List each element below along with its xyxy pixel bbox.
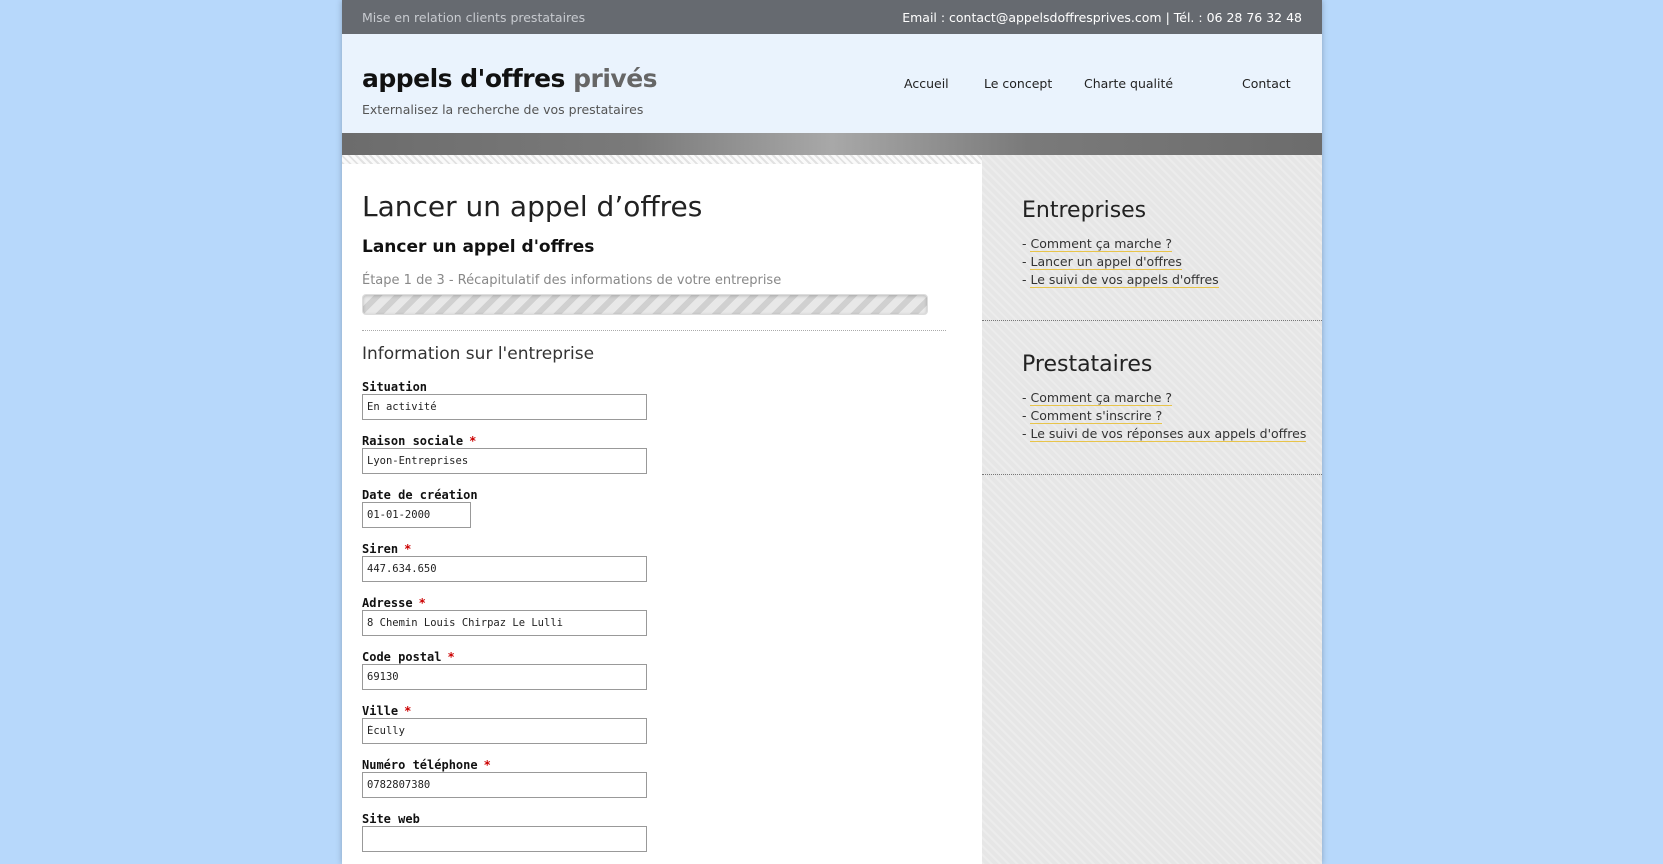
label-site-web: Site web <box>362 812 420 826</box>
site-web-field[interactable] <box>362 826 647 852</box>
label-telephone: Numéro téléphone * <box>362 758 491 772</box>
page-container: Mise en relation clients prestataires Em… <box>342 0 1322 864</box>
sidebar-prestataires: Prestataires - Comment ça marche ? - Com… <box>1022 352 1307 443</box>
ville-field[interactable] <box>362 718 647 744</box>
situation-field[interactable] <box>362 394 647 420</box>
list-item: - Comment ça marche ? <box>1022 236 1173 252</box>
section-title: Information sur l'entreprise <box>362 344 595 364</box>
label-code-postal: Code postal * <box>362 650 455 664</box>
label-adresse: Adresse * <box>362 596 426 610</box>
site-slogan: Externalisez la recherche de vos prestat… <box>362 102 644 117</box>
label-situation: Situation <box>362 380 428 394</box>
link-prestataires-inscrire[interactable]: Comment s'inscrire ? <box>1030 408 1163 424</box>
list-item: - Comment ça marche ? <box>1022 390 1173 406</box>
siren-field[interactable] <box>362 556 647 582</box>
progress-fill <box>363 295 927 314</box>
list-item: - Le suivi de vos appels d'offres <box>1022 272 1219 288</box>
sidebar-entreprises-links: - Comment ça marche ? - Lancer un appel … <box>1022 235 1302 289</box>
code-postal-field[interactable] <box>362 664 647 690</box>
link-prestataires-suivi[interactable]: Le suivi de vos réponses aux appels d'of… <box>1030 426 1307 442</box>
nav-contact[interactable]: Contact <box>1242 76 1291 91</box>
nav-charte-qualite[interactable]: Charte qualité <box>1084 76 1173 91</box>
main-nav: Accueil Le concept Charte qualité Contac… <box>342 76 1322 96</box>
link-entreprises-lancer[interactable]: Lancer un appel d'offres <box>1030 254 1182 270</box>
sidebar-entreprises: Entreprises - Comment ça marche ? - Lanc… <box>1022 198 1302 289</box>
sidebar-entreprises-title: Entreprises <box>1022 198 1147 223</box>
step-indicator: Étape 1 de 3 - Récapitulatif des informa… <box>362 273 782 288</box>
header-divider-band <box>342 133 1322 155</box>
label-ville: Ville * <box>362 704 412 718</box>
sidebar: Entreprises - Comment ça marche ? - Lanc… <box>982 155 1322 864</box>
label-date-creation: Date de création <box>362 488 478 502</box>
site-header: appels d'offres privés Externalisez la r… <box>342 34 1322 133</box>
link-entreprises-comment[interactable]: Comment ça marche ? <box>1030 236 1173 252</box>
telephone-field[interactable] <box>362 772 647 798</box>
hatch-divider <box>342 155 982 164</box>
list-item: - Comment s'inscrire ? <box>1022 408 1163 424</box>
sidebar-divider <box>982 320 1322 321</box>
form-title: Lancer un appel d'offres <box>362 237 595 257</box>
list-item: - Le suivi de vos réponses aux appels d'… <box>1022 426 1307 442</box>
page-title: Lancer un appel d’offres <box>362 190 703 223</box>
sidebar-prestataires-title: Prestataires <box>1022 352 1153 377</box>
nav-accueil[interactable]: Accueil <box>904 76 949 91</box>
top-bar: Mise en relation clients prestataires Em… <box>342 0 1322 34</box>
content-area: Lancer un appel d’offres Lancer un appel… <box>342 155 1322 864</box>
nav-le-concept[interactable]: Le concept <box>984 76 1052 91</box>
main-content: Lancer un appel d’offres Lancer un appel… <box>342 155 982 864</box>
date-creation-field[interactable] <box>362 502 471 528</box>
link-entreprises-suivi[interactable]: Le suivi de vos appels d'offres <box>1030 272 1219 288</box>
section-divider <box>362 330 946 331</box>
adresse-field[interactable] <box>362 610 647 636</box>
top-tagline: Mise en relation clients prestataires <box>362 9 586 25</box>
sidebar-prestataires-links: - Comment ça marche ? - Comment s'inscri… <box>1022 389 1307 443</box>
list-item: - Lancer un appel d'offres <box>1022 254 1182 270</box>
progress-bar <box>362 294 928 315</box>
raison-sociale-field[interactable] <box>362 448 647 474</box>
label-siren: Siren * <box>362 542 412 556</box>
sidebar-divider <box>982 474 1322 475</box>
link-prestataires-comment[interactable]: Comment ça marche ? <box>1030 390 1173 406</box>
label-raison-sociale: Raison sociale * <box>362 434 477 448</box>
top-contact-info: Email : contact@appelsdoffresprives.com … <box>902 9 1302 25</box>
